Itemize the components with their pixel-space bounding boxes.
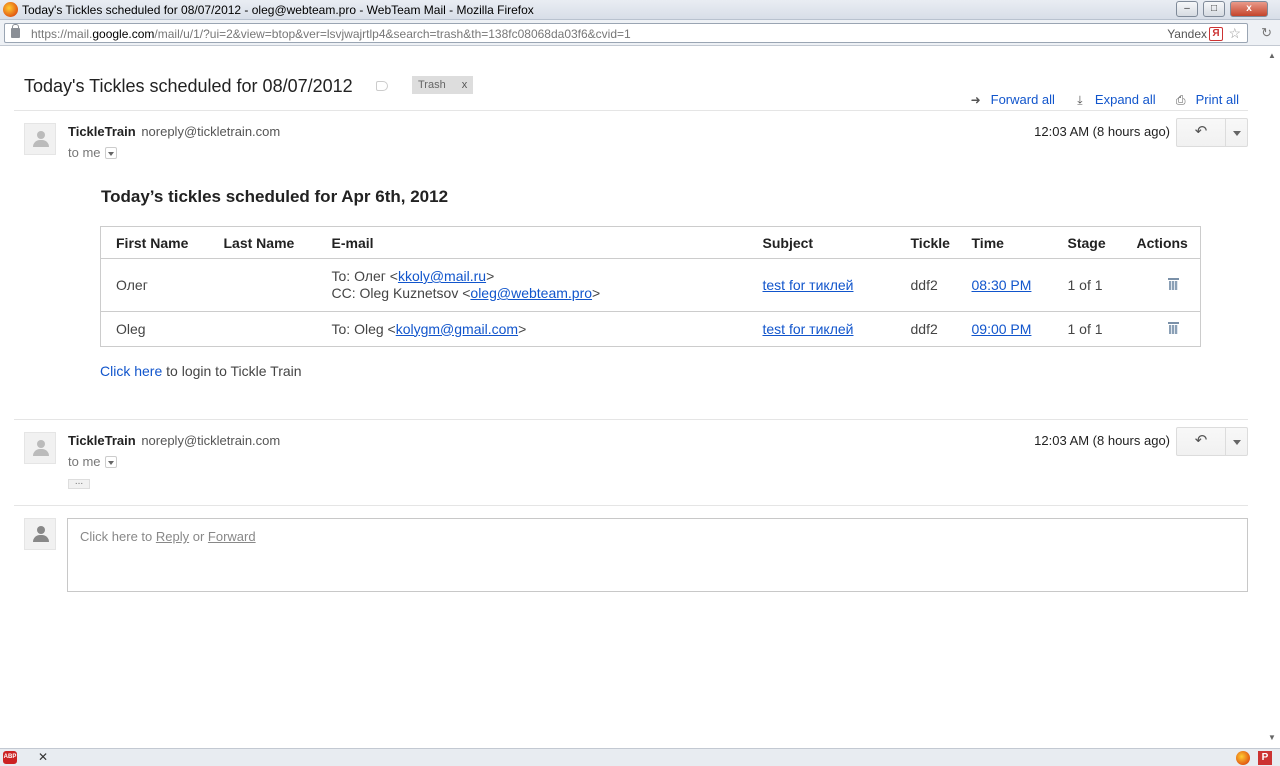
adblock-icon[interactable]: ABP bbox=[3, 751, 17, 764]
table-row: Олег To: Олег <kkoly@mail.ru> CC: Oleg K… bbox=[100, 258, 1201, 312]
recipient-summary[interactable]: to me bbox=[68, 454, 117, 469]
subject-cell: test for тиклей bbox=[747, 311, 896, 347]
firefox-icon bbox=[3, 2, 18, 17]
printer-icon: ⎙ bbox=[1175, 92, 1186, 107]
actions-cell bbox=[1124, 258, 1201, 312]
expand-all-button[interactable]: ⤓ Expand all bbox=[1073, 92, 1155, 107]
reload-icon[interactable]: ↻ bbox=[1261, 25, 1272, 41]
last-name-cell bbox=[208, 311, 317, 347]
status-bar: ABP ✕ P bbox=[0, 748, 1280, 766]
reply-box[interactable]: Click here to Reply or Forward bbox=[67, 518, 1248, 592]
table-header-row: First Name Last Name E-mail Subject Tick… bbox=[100, 226, 1201, 259]
actions-cell bbox=[1124, 311, 1201, 347]
table-row: Oleg To: Oleg <kolygm@gmail.com> test fo… bbox=[100, 311, 1201, 347]
recipient-details-dropdown-icon[interactable] bbox=[104, 147, 117, 159]
last-name-cell bbox=[208, 258, 317, 312]
forward-all-button[interactable]: ➜ Forward all bbox=[969, 92, 1055, 107]
url-text[interactable]: https://mail.google.com/mail/u/1/?ui=2&v… bbox=[31, 27, 631, 41]
label-icon[interactable] bbox=[376, 81, 388, 91]
minimize-button[interactable]: – bbox=[1176, 1, 1198, 17]
message-time: 12:03 AM (8 hours ago) bbox=[1034, 433, 1170, 448]
trash-icon[interactable] bbox=[1167, 322, 1179, 334]
login-line: Click here to login to Tickle Train bbox=[100, 363, 302, 379]
scroll-up-arrow-icon[interactable]: ▲ bbox=[1264, 46, 1280, 66]
tickle-cell: ddf2 bbox=[895, 311, 957, 347]
reply-icon[interactable]: ↶ bbox=[1177, 119, 1226, 146]
email-heading: Today’s tickles scheduled for Apr 6th, 2… bbox=[101, 187, 449, 206]
message-sender[interactable]: TickleTrain noreply@tickletrain.com bbox=[68, 433, 280, 448]
search-engine-label: Yandex bbox=[1167, 27, 1207, 41]
more-options-dropdown-icon[interactable] bbox=[1227, 428, 1248, 455]
sender-avatar bbox=[24, 432, 56, 464]
tickle-cell: ddf2 bbox=[895, 258, 957, 312]
sender-avatar bbox=[24, 123, 56, 155]
yandex-icon[interactable]: Я bbox=[1209, 27, 1223, 41]
more-options-dropdown-icon[interactable] bbox=[1227, 119, 1248, 146]
time-link[interactable]: 09:00 PM bbox=[972, 321, 1032, 337]
column-header: First Name bbox=[100, 226, 209, 259]
column-header: Tickle bbox=[895, 226, 957, 259]
recipient-summary[interactable]: to me bbox=[68, 145, 117, 160]
trash-icon[interactable] bbox=[1167, 278, 1179, 290]
cc-email-link[interactable]: oleg@webteam.pro bbox=[470, 285, 592, 301]
forward-arrow-icon: ➜ bbox=[970, 92, 981, 107]
message-sender[interactable]: TickleTrain noreply@tickletrain.com bbox=[68, 124, 280, 139]
column-header: Stage bbox=[1052, 226, 1125, 259]
column-header: E-mail bbox=[316, 226, 748, 259]
show-trimmed-content-button[interactable]: ... bbox=[68, 477, 90, 489]
time-link[interactable]: 08:30 PM bbox=[972, 277, 1032, 293]
expand-icon: ⤓ bbox=[1077, 92, 1083, 107]
column-header: Last Name bbox=[208, 226, 317, 259]
user-avatar bbox=[24, 518, 56, 550]
subject-link[interactable]: test for тиклей bbox=[763, 277, 854, 293]
time-cell: 09:00 PM bbox=[956, 311, 1053, 347]
divider bbox=[14, 505, 1248, 506]
login-link[interactable]: Click here bbox=[100, 363, 162, 379]
address-bar[interactable]: https://mail.google.com/mail/u/1/?ui=2&v… bbox=[4, 23, 1248, 43]
column-header: Time bbox=[956, 226, 1053, 259]
navigation-bar: https://mail.google.com/mail/u/1/?ui=2&v… bbox=[0, 20, 1280, 46]
close-addon-bar-icon[interactable]: ✕ bbox=[38, 750, 48, 764]
first-name-cell: Oleg bbox=[100, 311, 209, 347]
reply-button-group: ↶ bbox=[1176, 118, 1248, 147]
pinterest-icon[interactable]: P bbox=[1258, 751, 1272, 765]
tickles-table: First Name Last Name E-mail Subject Tick… bbox=[100, 226, 1201, 347]
time-cell: 08:30 PM bbox=[956, 258, 1053, 312]
thread-subject: Today's Tickles scheduled for 08/07/2012 bbox=[24, 76, 353, 96]
window-titlebar: Today's Tickles scheduled for 08/07/2012… bbox=[0, 0, 1280, 20]
print-all-button[interactable]: ⎙ Print all bbox=[1174, 92, 1239, 107]
column-header: Actions bbox=[1124, 226, 1201, 259]
stage-cell: 1 of 1 bbox=[1052, 311, 1125, 347]
reply-link[interactable]: Reply bbox=[156, 529, 189, 544]
window-title: Today's Tickles scheduled for 08/07/2012… bbox=[22, 3, 534, 17]
message-time: 12:03 AM (8 hours ago) bbox=[1034, 124, 1170, 139]
email-cell: To: Олег <kkoly@mail.ru> CC: Oleg Kuznet… bbox=[316, 258, 748, 312]
recipient-details-dropdown-icon[interactable] bbox=[104, 456, 117, 468]
subject-cell: test for тиклей bbox=[747, 258, 896, 312]
subject-link[interactable]: test for тиклей bbox=[763, 321, 854, 337]
lock-icon bbox=[11, 24, 20, 38]
close-window-button[interactable]: x bbox=[1230, 1, 1268, 17]
to-email-link[interactable]: kolygm@gmail.com bbox=[396, 321, 518, 337]
column-header: Subject bbox=[747, 226, 896, 259]
forward-link[interactable]: Forward bbox=[208, 529, 256, 544]
bookmark-star-icon[interactable]: ☆ bbox=[1228, 25, 1241, 42]
scroll-down-arrow-icon[interactable]: ▼ bbox=[1264, 728, 1280, 748]
firefox-icon[interactable] bbox=[1236, 751, 1250, 765]
email-cell: To: Oleg <kolygm@gmail.com> bbox=[316, 311, 748, 347]
maximize-button[interactable]: □ bbox=[1203, 1, 1225, 17]
to-email-link[interactable]: kkoly@mail.ru bbox=[398, 268, 486, 284]
thread-actions: ➜ Forward all ⤓ Expand all ⎙ Print all bbox=[951, 92, 1239, 107]
reply-button-group: ↶ bbox=[1176, 427, 1248, 456]
first-name-cell: Олег bbox=[100, 258, 209, 312]
reply-icon[interactable]: ↶ bbox=[1177, 428, 1226, 455]
divider bbox=[14, 110, 1248, 111]
stage-cell: 1 of 1 bbox=[1052, 258, 1125, 312]
remove-label-button[interactable]: x bbox=[462, 79, 468, 91]
divider bbox=[14, 419, 1248, 420]
trash-label-tag: Trash x bbox=[412, 76, 474, 94]
